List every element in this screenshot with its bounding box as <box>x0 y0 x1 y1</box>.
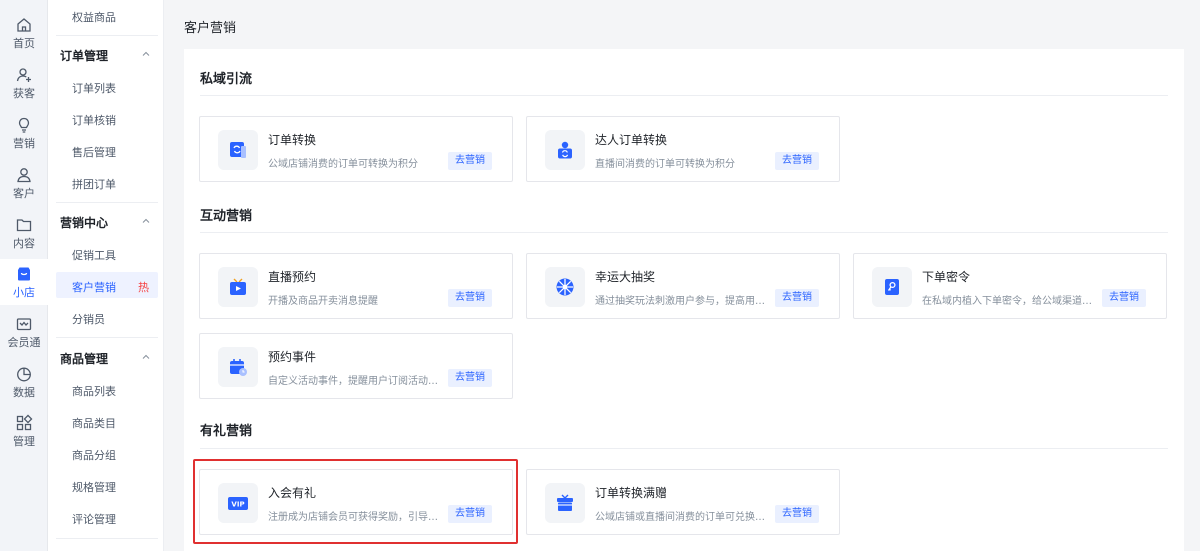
menu-item-promo-tools[interactable]: 促销工具 <box>72 247 116 263</box>
live-tv-icon <box>230 278 246 295</box>
menu-item-goods-category[interactable]: 商品类目 <box>72 415 116 431</box>
chevron-up-icon[interactable] <box>142 353 150 361</box>
card-desc: 公域店铺消费的订单可转换为积分 <box>268 159 418 170</box>
highlight-box <box>193 459 518 544</box>
card-desc: 开播及商品开卖消息提醒 <box>268 296 378 307</box>
card-desc: 直播间消费的订单可转换为积分 <box>595 159 735 170</box>
section-divider <box>200 232 1168 233</box>
lottery-wheel-icon <box>556 278 574 296</box>
menu-group-marketing-center[interactable]: 营销中心 <box>60 214 108 231</box>
hot-badge: 热 <box>138 281 149 294</box>
primary-rail: 首页 获客 营销 客户 内容 小店 会员通 数据 管理 <box>0 0 48 551</box>
menu-item-distributor[interactable]: 分销员 <box>72 311 105 327</box>
influencer-order-icon <box>558 141 572 159</box>
user-plus-icon <box>16 68 31 82</box>
menu-item-spec-manage[interactable]: 规格管理 <box>72 479 116 495</box>
menu-group-goods[interactable]: 商品管理 <box>60 350 108 367</box>
card-order-convert-gift[interactable]: 订单转换满赠 公域店铺或直播间消费的订单可兑换… 去营销 <box>526 469 840 535</box>
menu-item-customer-marketing[interactable]: 客户营销 <box>72 279 116 295</box>
menu-group-order[interactable]: 订单管理 <box>60 47 108 64</box>
shop-icon <box>18 267 30 281</box>
menu-item-order-verify[interactable]: 订单核销 <box>72 112 116 128</box>
menu-item-goods-group[interactable]: 商品分组 <box>72 447 116 463</box>
menu-item-order-list[interactable]: 订单列表 <box>72 80 116 96</box>
menu-divider <box>56 35 158 36</box>
card-title: 达人订单转换 <box>595 133 668 147</box>
section-divider <box>200 448 1168 449</box>
secondary-menu: 权益商品 订单管理 订单列表 订单核销 售后管理 拼团订单 营销中心 促销工具 … <box>48 0 164 551</box>
card-title: 直播预约 <box>268 270 317 284</box>
go-marketing-button[interactable]: 去营销 <box>1102 289 1146 307</box>
card-desc: 自定义活动事件，提醒用户订阅活动… <box>268 376 438 387</box>
card-order-convert[interactable]: 订单转换 公域店铺消费的订单可转换为积分 去营销 <box>199 116 513 182</box>
rail-item-manage[interactable]: 管理 <box>0 408 48 452</box>
menu-item-goods-list[interactable]: 商品列表 <box>72 383 116 399</box>
card-title: 下单密令 <box>922 270 971 284</box>
menu-divider <box>56 538 158 539</box>
rail-item-member[interactable]: 会员通 <box>0 309 48 353</box>
menu-item-benefit-goods[interactable]: 权益商品 <box>72 9 116 25</box>
folder-icon <box>16 219 32 232</box>
card-lucky-draw[interactable]: 幸运大抽奖 通过抽奖玩法刺激用户参与，提高用… 去营销 <box>526 253 840 319</box>
go-marketing-button[interactable]: 去营销 <box>775 152 819 170</box>
grid-icon <box>16 414 33 431</box>
card-desc: 通过抽奖玩法刺激用户参与，提高用… <box>595 296 765 307</box>
calendar-clock-icon <box>230 359 247 376</box>
bulb-icon <box>18 117 30 133</box>
rail-item-customer[interactable]: 客户 <box>0 160 48 204</box>
section-title-gift-marketing: 有礼营销 <box>200 424 253 439</box>
user-icon <box>17 168 31 183</box>
go-marketing-button[interactable]: 去营销 <box>775 505 819 523</box>
card-live-reservation[interactable]: 直播预约 开播及商品开卖消息提醒 去营销 <box>199 253 513 319</box>
go-marketing-button[interactable]: 去营销 <box>448 152 492 170</box>
rail-item-home[interactable]: 首页 <box>0 10 48 54</box>
card-desc: 公域店铺或直播间消费的订单可兑换… <box>595 512 765 523</box>
go-marketing-button[interactable]: 去营销 <box>448 289 492 307</box>
menu-item-after-sale[interactable]: 售后管理 <box>72 144 116 160</box>
section-title-interactive-marketing: 互动营销 <box>200 209 253 224</box>
card-title: 幸运大抽奖 <box>595 270 656 284</box>
key-book-icon <box>885 279 899 295</box>
rail-item-acquire[interactable]: 获客 <box>0 60 48 104</box>
section-title-private-traffic: 私域引流 <box>200 72 253 87</box>
page-title: 客户营销 <box>184 21 237 36</box>
rail-item-marketing[interactable]: 营销 <box>0 110 48 154</box>
rail-item-data[interactable]: 数据 <box>0 359 48 403</box>
card-title: 预约事件 <box>268 350 317 364</box>
section-divider <box>200 95 1168 96</box>
menu-item-review-manage[interactable]: 评论管理 <box>72 511 116 527</box>
home-icon <box>17 18 31 32</box>
rail-item-content[interactable]: 内容 <box>0 210 48 254</box>
menu-divider <box>56 202 158 203</box>
menu-divider <box>56 337 158 338</box>
card-influencer-order-convert[interactable]: 达人订单转换 直播间消费的订单可转换为积分 去营销 <box>526 116 840 182</box>
chevron-up-icon[interactable] <box>142 50 150 58</box>
card-title: 订单转换 <box>268 133 317 147</box>
member-icon <box>16 318 32 331</box>
order-convert-icon <box>230 142 246 158</box>
go-marketing-button[interactable]: 去营销 <box>775 289 819 307</box>
pie-chart-icon <box>17 367 31 382</box>
card-desc: 在私域内植入下单密令，给公域渠道… <box>922 296 1092 307</box>
go-marketing-button[interactable]: 去营销 <box>448 369 492 387</box>
card-reservation-event[interactable]: 预约事件 自定义活动事件，提醒用户订阅活动… 去营销 <box>199 333 513 399</box>
menu-item-group-order[interactable]: 拼团订单 <box>72 176 116 192</box>
card-title: 订单转换满赠 <box>595 486 668 500</box>
rail-item-shop[interactable]: 小店 <box>0 259 48 305</box>
card-order-secret-code[interactable]: 下单密令 在私域内植入下单密令，给公域渠道… 去营销 <box>853 253 1167 319</box>
gift-box-icon <box>557 494 573 511</box>
chevron-up-icon[interactable] <box>142 217 150 225</box>
